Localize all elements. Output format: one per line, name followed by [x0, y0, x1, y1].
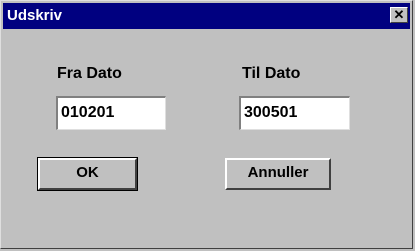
window-title: Udskriv [7, 7, 63, 24]
cancel-button[interactable]: Annuller [225, 158, 331, 190]
from-date-label: Fra Dato [57, 65, 122, 82]
ok-button[interactable]: OK [37, 157, 138, 191]
to-date-field[interactable]: 300501 [239, 96, 350, 130]
dialog-window: Udskriv ✕ Fra Dato 010201 Til Dato 30050… [0, 0, 413, 249]
close-button[interactable]: ✕ [390, 7, 408, 23]
title-bar[interactable]: Udskriv ✕ [3, 3, 410, 29]
from-date-field[interactable]: 010201 [56, 96, 166, 130]
to-date-label: Til Dato [242, 65, 301, 82]
close-icon: ✕ [393, 7, 405, 22]
